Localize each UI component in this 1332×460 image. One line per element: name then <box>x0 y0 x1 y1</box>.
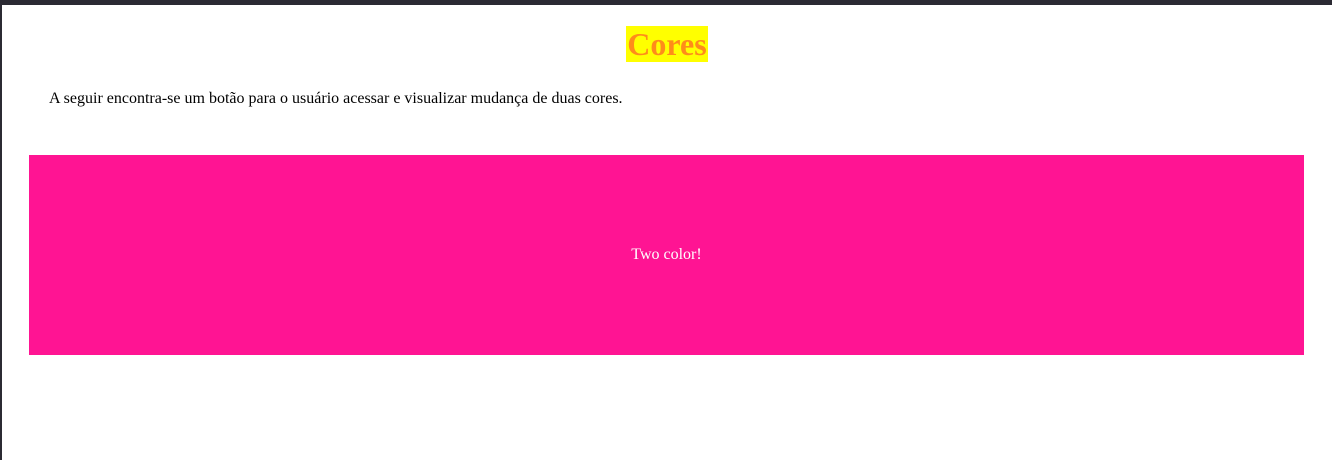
two-color-button-label: Two color! <box>631 246 702 263</box>
page-title: Cores <box>626 26 708 62</box>
browser-viewport: Cores A seguir encontra-se um botão para… <box>0 0 1332 460</box>
two-color-button[interactable]: Two color! <box>29 155 1304 355</box>
intro-text: A seguir encontra-se um botão para o usu… <box>49 90 623 107</box>
title-container: Cores <box>2 26 1332 62</box>
